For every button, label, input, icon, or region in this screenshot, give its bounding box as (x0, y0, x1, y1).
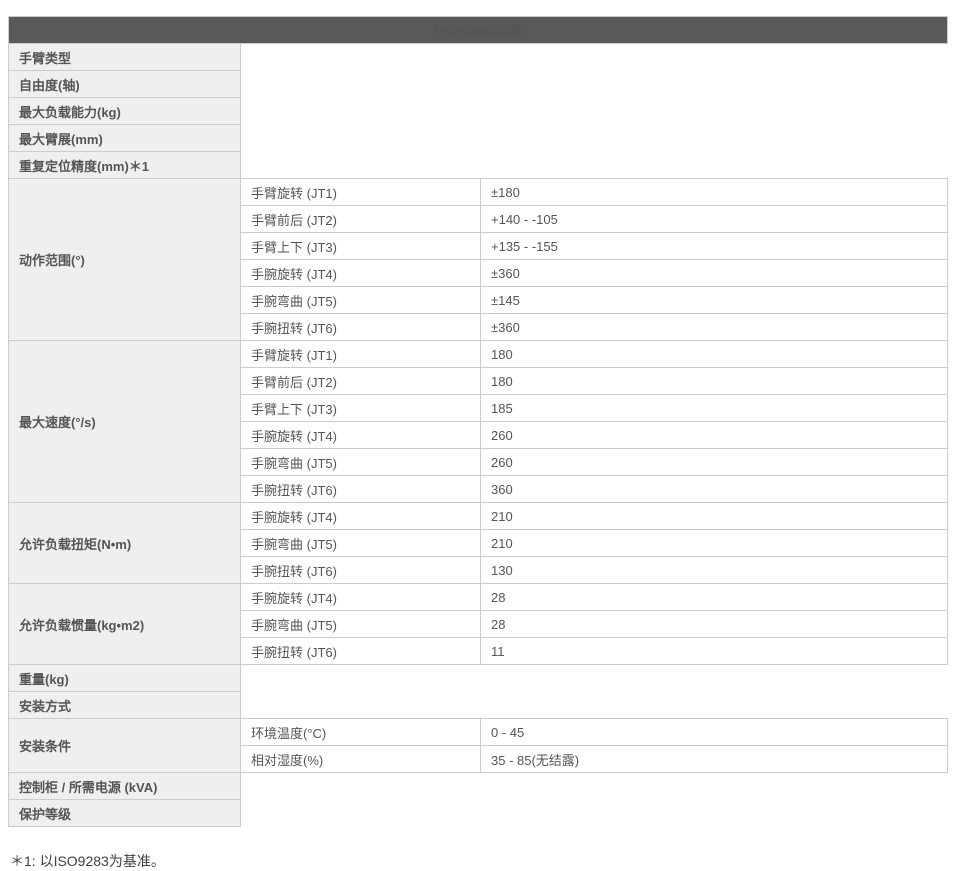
sub-row-value: 210 (481, 530, 948, 557)
spec-table: RS050N的规格 手臂类型自由度(轴)最大负载能力(kg)最大臂展(mm)重复… (8, 16, 948, 827)
table-row: 重复定位精度(mm)＊1 (9, 152, 948, 179)
table-row: 手臂类型 (9, 44, 948, 71)
sub-row-label: 环境温度(°C) (241, 719, 481, 746)
row-label: 安装方式 (9, 692, 241, 719)
row-label: 允许负载扭矩(N•m) (9, 503, 241, 584)
sub-row-label: 手腕弯曲 (JT5) (241, 449, 481, 476)
sub-row-label: 手腕旋转 (JT4) (241, 584, 481, 611)
sub-row-label: 相对湿度(%) (241, 746, 481, 773)
sub-row-label: 手腕旋转 (JT4) (241, 260, 481, 287)
sub-row-value: +135 - -155 (481, 233, 948, 260)
sub-row-label: 手腕扭转 (JT6) (241, 314, 481, 341)
table-row: 最大臂展(mm) (9, 125, 948, 152)
table-row: 重量(kg) (9, 665, 948, 692)
page: RS050N的规格 手臂类型自由度(轴)最大负载能力(kg)最大臂展(mm)重复… (0, 0, 970, 866)
table-title: RS050N的规格 (9, 17, 948, 44)
row-label: 安装条件 (9, 719, 241, 773)
footnote: ＊1: 以ISO9283为基准。 (10, 851, 948, 871)
row-label: 自由度(轴) (9, 71, 241, 98)
sub-row-value: 260 (481, 422, 948, 449)
sub-row-label: 手臂上下 (JT3) (241, 395, 481, 422)
sub-row-label: 手腕弯曲 (JT5) (241, 530, 481, 557)
row-label: 手臂类型 (9, 44, 241, 71)
sub-row-label: 手臂前后 (JT2) (241, 206, 481, 233)
row-label: 控制柜 / 所需电源 (kVA) (9, 773, 241, 800)
row-label: 允许负载惯量(kg•m2) (9, 584, 241, 665)
sub-row-value: 28 (481, 584, 948, 611)
table-row: 安装方式 (9, 692, 948, 719)
sub-row-value: 185 (481, 395, 948, 422)
sub-row-value: 130 (481, 557, 948, 584)
table-row: 最大速度(°/s)手臂旋转 (JT1)180 (9, 341, 948, 368)
sub-row-label: 手腕弯曲 (JT5) (241, 287, 481, 314)
sub-row-value: 260 (481, 449, 948, 476)
sub-row-value: ±145 (481, 287, 948, 314)
table-row: 允许负载惯量(kg•m2)手腕旋转 (JT4)28 (9, 584, 948, 611)
sub-row-value: ±360 (481, 260, 948, 287)
sub-row-value: 360 (481, 476, 948, 503)
sub-row-label: 手腕旋转 (JT4) (241, 422, 481, 449)
sub-row-value: ±360 (481, 314, 948, 341)
table-row: 安装条件环境温度(°C)0 - 45 (9, 719, 948, 746)
sub-row-label: 手腕扭转 (JT6) (241, 638, 481, 665)
sub-row-value: ±180 (481, 179, 948, 206)
row-label: 最大速度(°/s) (9, 341, 241, 503)
sub-row-label: 手腕扭转 (JT6) (241, 557, 481, 584)
sub-row-label: 手腕弯曲 (JT5) (241, 611, 481, 638)
row-label: 动作范围(°) (9, 179, 241, 341)
spec-table-body: 手臂类型自由度(轴)最大负载能力(kg)最大臂展(mm)重复定位精度(mm)＊1… (9, 44, 948, 827)
sub-row-label: 手臂旋转 (JT1) (241, 179, 481, 206)
sub-row-value: 180 (481, 341, 948, 368)
sub-row-value: 0 - 45 (481, 719, 948, 746)
sub-row-value: 28 (481, 611, 948, 638)
row-label: 重量(kg) (9, 665, 241, 692)
row-label: 最大臂展(mm) (9, 125, 241, 152)
sub-row-value: 210 (481, 503, 948, 530)
sub-row-label: 手腕扭转 (JT6) (241, 476, 481, 503)
sub-row-value: +140 - -105 (481, 206, 948, 233)
sub-row-value: 180 (481, 368, 948, 395)
table-row: 最大负载能力(kg) (9, 98, 948, 125)
sub-row-label: 手臂前后 (JT2) (241, 368, 481, 395)
sub-row-label: 手臂上下 (JT3) (241, 233, 481, 260)
table-row: 保护等级 (9, 800, 948, 827)
table-row: 允许负载扭矩(N•m)手腕旋转 (JT4)210 (9, 503, 948, 530)
sub-row-value: 11 (481, 638, 948, 665)
sub-row-label: 手臂旋转 (JT1) (241, 341, 481, 368)
row-label: 最大负载能力(kg) (9, 98, 241, 125)
sub-row-value: 35 - 85(无结露) (481, 746, 948, 773)
sub-row-label: 手腕旋转 (JT4) (241, 503, 481, 530)
table-header-row: RS050N的规格 (9, 17, 948, 44)
table-row: 自由度(轴) (9, 71, 948, 98)
table-row: 动作范围(°)手臂旋转 (JT1)±180 (9, 179, 948, 206)
row-label: 保护等级 (9, 800, 241, 827)
row-label: 重复定位精度(mm)＊1 (9, 152, 241, 179)
table-row: 控制柜 / 所需电源 (kVA) (9, 773, 948, 800)
